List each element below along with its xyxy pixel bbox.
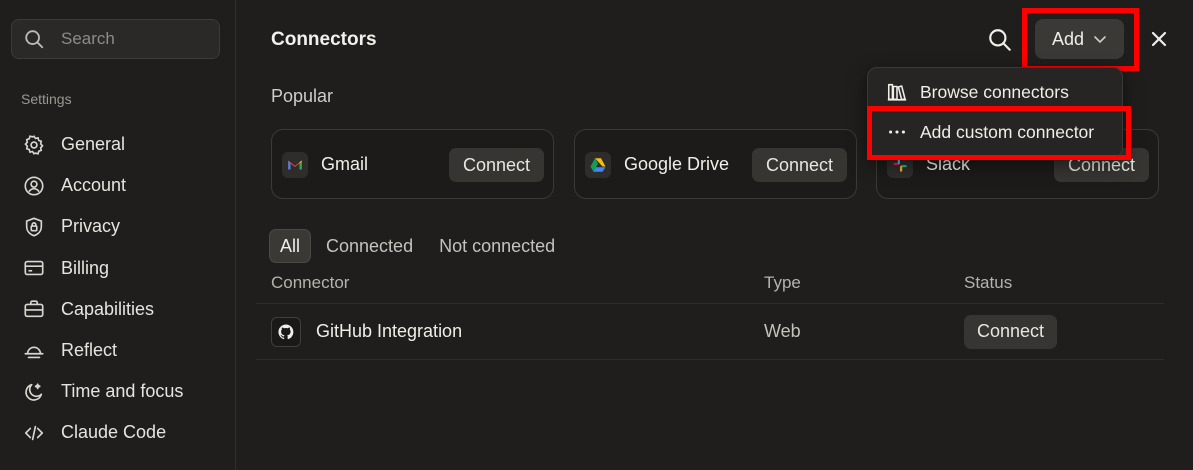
connector-cell: GitHub Integration bbox=[256, 316, 764, 347]
column-header-type: Type bbox=[764, 272, 801, 292]
add-dropdown-menu: Browse connectors Add custom connector bbox=[867, 67, 1123, 158]
library-icon bbox=[886, 81, 908, 103]
column-header-status: Status bbox=[964, 272, 1013, 292]
filter-tabs: All Connected Not connected bbox=[269, 229, 568, 263]
chevron-down-icon bbox=[1094, 36, 1106, 44]
gmail-icon bbox=[282, 152, 308, 178]
settings-window: Settings General Account Privacy bbox=[0, 0, 1193, 470]
sidebar-item-label: Time and focus bbox=[61, 381, 184, 402]
sidebar-item-label: General bbox=[61, 134, 126, 155]
sunset-icon bbox=[22, 339, 46, 363]
credit-card-icon bbox=[22, 256, 46, 280]
filter-not-connected[interactable]: Not connected bbox=[426, 229, 568, 263]
sidebar-search[interactable] bbox=[11, 19, 220, 59]
filter-connected[interactable]: Connected bbox=[313, 229, 426, 263]
connector-card-gmail: Gmail Connect bbox=[271, 129, 554, 199]
table-row: GitHub Integration Web Connect bbox=[256, 304, 1164, 360]
connector-card-name: Google Drive bbox=[624, 154, 730, 174]
add-button-label: Add bbox=[1051, 28, 1085, 49]
sidebar-item-label: Privacy bbox=[61, 216, 121, 237]
sidebar-item-label: Reflect bbox=[61, 340, 118, 361]
sidebar-item-label: Claude Code bbox=[61, 422, 167, 443]
sidebar-item-label: Capabilities bbox=[61, 298, 155, 319]
filter-all[interactable]: All bbox=[269, 229, 312, 263]
sidebar-item-label: Billing bbox=[61, 257, 110, 278]
connector-type: Web bbox=[764, 321, 801, 341]
user-circle-icon bbox=[22, 174, 46, 198]
sidebar-item-label: Account bbox=[61, 175, 127, 196]
github-icon bbox=[271, 316, 301, 347]
sidebar-item-account[interactable]: Account bbox=[0, 165, 236, 206]
connect-button[interactable]: Connect bbox=[964, 314, 1058, 349]
connector-name: GitHub Integration bbox=[316, 321, 463, 341]
search-icon[interactable] bbox=[987, 27, 1013, 53]
column-header-connector: Connector bbox=[271, 272, 350, 292]
search-icon bbox=[25, 30, 44, 49]
menu-item-browse-connectors[interactable]: Browse connectors bbox=[868, 73, 1124, 111]
menu-item-label: Browse connectors bbox=[920, 81, 1069, 102]
moon-star-icon bbox=[22, 380, 46, 404]
page-title: Connectors bbox=[271, 29, 377, 50]
sidebar: Settings General Account Privacy bbox=[0, 0, 236, 470]
connector-card-google-drive: Google Drive Connect bbox=[574, 129, 857, 199]
gear-icon bbox=[22, 133, 46, 157]
sidebar-item-claude-code[interactable]: Claude Code bbox=[0, 412, 236, 453]
connectors-table: Connector Type Status GitHub Integration… bbox=[256, 262, 1164, 360]
code-icon bbox=[22, 421, 46, 445]
settings-section-label: Settings bbox=[21, 91, 72, 107]
popular-section-title: Popular bbox=[271, 86, 334, 106]
status-cell: Connect bbox=[964, 314, 1164, 349]
shield-lock-icon bbox=[22, 215, 46, 239]
sidebar-item-billing[interactable]: Billing bbox=[0, 248, 236, 289]
connect-button[interactable]: Connect bbox=[751, 148, 847, 182]
sidebar-search-input[interactable] bbox=[61, 29, 211, 49]
briefcase-icon bbox=[22, 297, 46, 321]
connectors-panel: Connectors Add Popular Gmail Connect Goo… bbox=[236, 0, 1193, 470]
settings-nav: General Account Privacy Billing Capabili… bbox=[0, 124, 236, 454]
menu-item-label: Add custom connector bbox=[920, 121, 1095, 142]
connector-card-name: Gmail bbox=[321, 154, 369, 174]
connect-button[interactable]: Connect bbox=[448, 148, 544, 182]
menu-item-add-custom-connector[interactable]: Add custom connector bbox=[868, 113, 1124, 151]
sidebar-item-capabilities[interactable]: Capabilities bbox=[0, 289, 236, 330]
sidebar-item-reflect[interactable]: Reflect bbox=[0, 330, 236, 371]
table-header: Connector Type Status bbox=[256, 262, 1164, 304]
add-button[interactable]: Add bbox=[1035, 19, 1124, 59]
sidebar-item-general[interactable]: General bbox=[0, 124, 236, 165]
google-drive-icon bbox=[585, 152, 611, 178]
close-icon[interactable] bbox=[1148, 28, 1170, 50]
sidebar-item-time-and-focus[interactable]: Time and focus bbox=[0, 371, 236, 412]
sidebar-item-privacy[interactable]: Privacy bbox=[0, 206, 236, 247]
more-dots-icon bbox=[886, 121, 908, 143]
